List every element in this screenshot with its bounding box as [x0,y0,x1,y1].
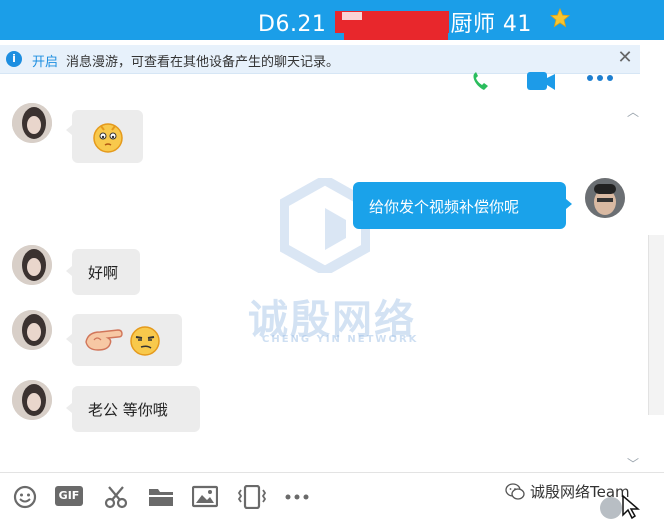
hand-emoji-icon [85,329,123,351]
message-bubble[interactable] [72,314,182,366]
wechat-icon [505,483,525,500]
roaming-notice-bar: i 开启 消息漫游，可查看在其他设备产生的聊天记录。 ✕ [0,45,640,74]
message-bubble[interactable]: 给你发个视频补偿你呢 [353,182,566,229]
scroll-up-icon[interactable]: ︿ [626,103,640,119]
gif-button[interactable]: GIF [55,486,83,506]
message-bubble[interactable]: 好啊 [72,249,140,295]
message-bubble[interactable] [72,110,143,163]
contact-avatar[interactable] [12,245,52,285]
enable-roaming-link[interactable]: 开启 [32,51,58,70]
close-icon[interactable]: ✕ [615,48,635,68]
video-call-icon[interactable] [525,72,557,92]
message-text: 老公 等你哦 [88,401,168,419]
bubble-tail [566,199,572,209]
emoji-picker-icon[interactable] [12,485,38,509]
smirk-emoji-icon [130,326,160,356]
watermark-subtext: CHENG YIN NETWORK [262,334,419,345]
contact-avatar[interactable] [12,103,52,143]
image-icon[interactable] [192,485,218,509]
voice-call-icon[interactable] [470,72,498,92]
title-bar: D6.21 厨师 41 [0,0,664,40]
notice-text: 消息漫游，可查看在其他设备产生的聊天记录。 [66,55,340,70]
message-text: 好啊 [88,264,119,282]
scroll-down-icon[interactable]: ﹀ [626,455,640,471]
more-options-icon[interactable] [585,72,615,92]
scrollbar[interactable] [648,235,664,415]
redaction-bar-lower [344,30,448,40]
title-prefix: D6.21 [258,12,327,37]
screen-shake-icon[interactable] [236,485,268,509]
folder-icon[interactable] [148,485,174,509]
send-options-icon[interactable] [600,497,622,519]
message-bubble[interactable]: 老公 等你哦 [72,386,200,432]
message-text: 给你发个视频补偿你呢 [369,198,520,216]
info-icon: i [6,51,22,67]
redaction-mark [342,12,362,20]
contact-avatar[interactable] [12,380,52,420]
title-suffix: 厨师 41 [450,12,532,37]
contact-avatar[interactable] [12,310,52,350]
star-badge-icon [550,8,570,28]
more-tools-icon[interactable] [284,485,310,509]
screenshot-scissors-icon[interactable] [103,485,129,509]
own-avatar[interactable] [585,178,625,218]
mouse-cursor-icon [622,494,640,520]
emoji-icon [93,123,123,153]
